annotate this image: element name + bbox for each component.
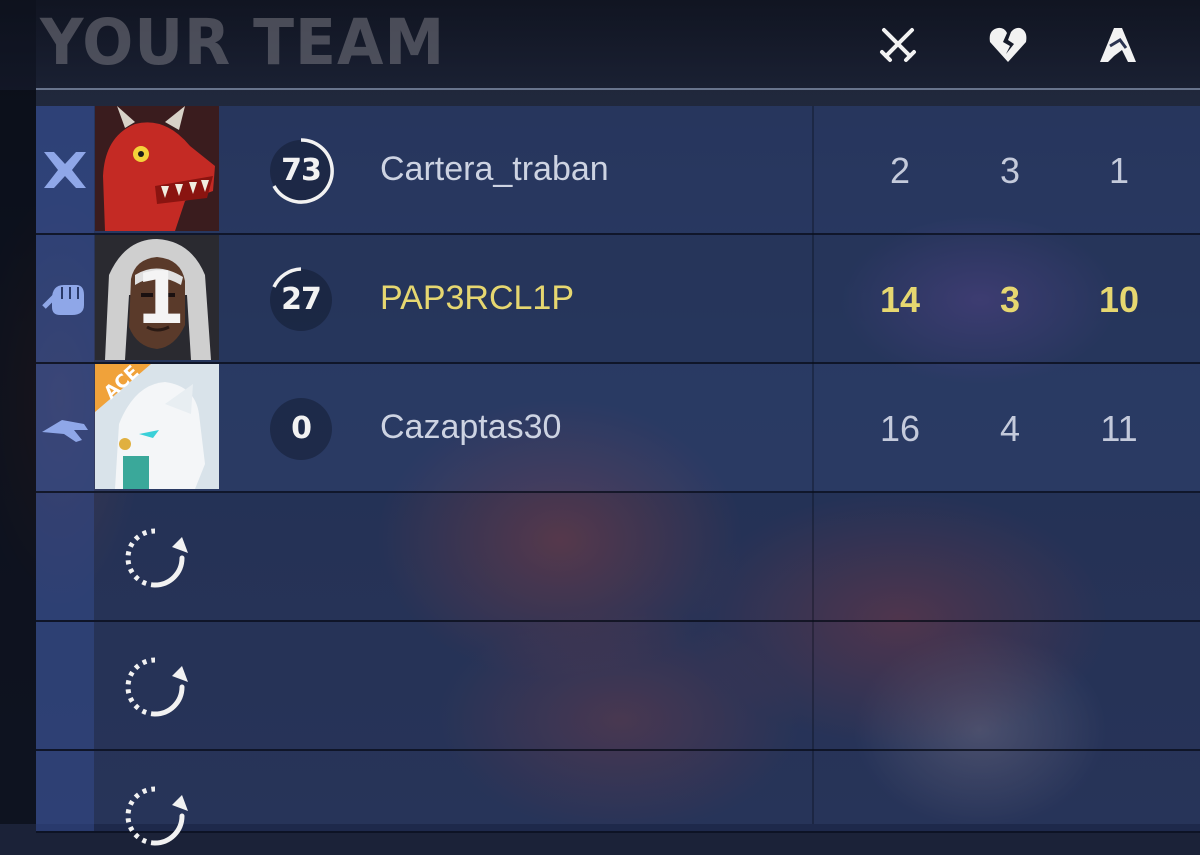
level-number: 27 <box>281 282 322 317</box>
assists-value: 10 <box>1098 279 1140 320</box>
player-level: 27 <box>266 265 336 335</box>
vanguard-role-icon <box>40 148 90 192</box>
level-number: 73 <box>281 153 322 188</box>
handshake-icon <box>1096 22 1140 66</box>
role-cell <box>36 235 94 362</box>
role-cell <box>36 364 94 491</box>
role-cell <box>36 493 94 620</box>
empty-slot-row <box>36 622 1200 751</box>
loading-icon <box>120 652 190 722</box>
player-level: 0 <box>266 394 336 464</box>
player-level: 73 <box>266 136 336 206</box>
red-dragon-hero-portrait <box>95 106 219 231</box>
role-cell <box>36 106 94 233</box>
loading-icon <box>120 523 190 593</box>
role-cell <box>36 751 94 831</box>
kills-value: 2 <box>889 150 911 191</box>
empty-slot-row <box>36 493 1200 622</box>
team-header: YOUR TEAM <box>0 0 1200 90</box>
crossed-swords-icon <box>876 22 920 66</box>
deaths-value: 3 <box>999 150 1021 191</box>
header-divider <box>36 88 1200 90</box>
deaths-value: 3 <box>999 279 1021 320</box>
player-name: PAP3RCL1P <box>380 279 575 317</box>
stats-column-divider <box>812 106 814 824</box>
white-haired-hero-portrait: 1 <box>95 235 219 360</box>
player-row-self[interactable]: 1 27 PAP3RCL1P 14 3 10 <box>36 235 1200 364</box>
team-title: YOUR TEAM <box>40 6 446 80</box>
player-name: Cartera_traban <box>380 150 609 188</box>
left-edge-shadow <box>0 0 36 824</box>
broken-heart-icon <box>986 22 1030 66</box>
assists-value: 11 <box>1100 408 1138 449</box>
level-number: 0 <box>291 411 312 446</box>
empty-slot-row <box>36 751 1200 846</box>
role-cell <box>36 622 94 749</box>
strategist-role-icon <box>40 406 90 450</box>
team-roster: 73 Cartera_traban 2 3 1 1 27 PAP3RCL1P 1… <box>36 106 1200 846</box>
player-row[interactable]: ACE 0 Cazaptas30 16 4 11 <box>36 364 1200 493</box>
deaths-value: 4 <box>999 408 1021 449</box>
kills-value: 16 <box>879 408 921 449</box>
kills-value: 14 <box>879 279 921 320</box>
player-row[interactable]: 73 Cartera_traban 2 3 1 <box>36 106 1200 235</box>
loading-icon <box>120 781 190 851</box>
portrait-number: 1 <box>135 256 186 340</box>
duelist-role-icon <box>40 277 90 321</box>
player-name: Cazaptas30 <box>380 408 562 446</box>
white-wolf-hero-portrait: ACE <box>95 364 219 489</box>
assists-value: 1 <box>1108 150 1130 191</box>
